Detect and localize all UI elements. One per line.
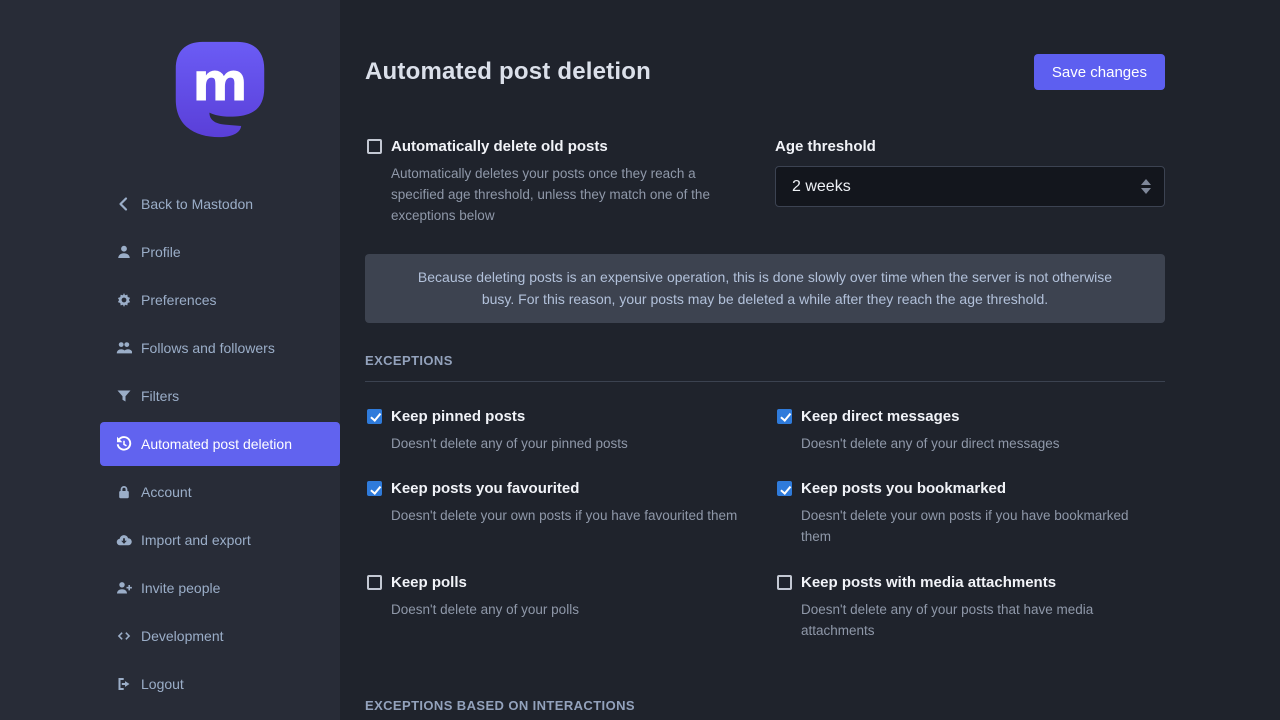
save-changes-button[interactable]: Save changes xyxy=(1034,54,1165,90)
info-notice: Because deleting posts is an expensive o… xyxy=(365,254,1165,323)
sidebar-item-development[interactable]: Development xyxy=(100,614,340,658)
auto-delete-checkbox[interactable] xyxy=(367,139,382,154)
checkbox-hint: Doesn't delete your own posts if you hav… xyxy=(801,506,1153,548)
mastodon-logo-icon: m xyxy=(172,40,268,140)
content-column: Automated post deletion Save changes Aut… xyxy=(365,0,1165,720)
keep-bookmarked-field: Keep posts you bookmarked Doesn't delete… xyxy=(775,480,1165,548)
checkbox-hint: Doesn't delete any of your direct messag… xyxy=(801,434,1153,455)
cloud-download-icon xyxy=(116,532,132,548)
keep-media-checkbox[interactable] xyxy=(777,575,792,590)
sidebar-item-import-and-export[interactable]: Import and export xyxy=(100,518,340,562)
lock-icon xyxy=(116,484,132,500)
keep-pinned-posts-row[interactable]: Keep pinned posts xyxy=(365,408,755,425)
keep-media-field: Keep posts with media attachments Doesn'… xyxy=(775,574,1165,642)
logout-icon xyxy=(116,676,132,692)
sidebar-item-label: Filters xyxy=(141,388,179,404)
sidebar-item-automated-post-deletion[interactable]: Automated post deletion xyxy=(100,422,340,466)
page-header: Automated post deletion Save changes xyxy=(365,54,1165,90)
keep-media-row[interactable]: Keep posts with media attachments xyxy=(775,574,1165,591)
sidebar-item-invite-people[interactable]: Invite people xyxy=(100,566,340,610)
sidebar-item-label: Follows and followers xyxy=(141,340,275,356)
sidebar-nav: Back to Mastodon Profile Preferences xyxy=(100,180,340,708)
sidebar-item-profile[interactable]: Profile xyxy=(100,230,340,274)
checkbox-hint: Doesn't delete any of your pinned posts xyxy=(391,434,743,455)
sidebar-item-preferences[interactable]: Preferences xyxy=(100,278,340,322)
filter-icon xyxy=(116,388,132,404)
chevron-left-icon xyxy=(116,196,132,212)
age-threshold-field: Age threshold 2 weeks xyxy=(775,138,1165,227)
keep-polls-field: Keep polls Doesn't delete any of your po… xyxy=(365,574,755,642)
exceptions-grid: Keep pinned posts Doesn't delete any of … xyxy=(365,408,1165,669)
sidebar-item-label: Preferences xyxy=(141,292,216,308)
keep-bookmarked-row[interactable]: Keep posts you bookmarked xyxy=(775,480,1165,497)
keep-direct-messages-field: Keep direct messages Doesn't delete any … xyxy=(775,408,1165,455)
checkbox-label: Keep polls xyxy=(391,574,467,591)
checkbox-hint: Doesn't delete any of your posts that ha… xyxy=(801,600,1153,642)
checkbox-hint: Doesn't delete your own posts if you hav… xyxy=(391,506,743,527)
sidebar-item-label: Back to Mastodon xyxy=(141,196,253,212)
history-icon xyxy=(116,436,132,452)
sidebar-item-follows-and-followers[interactable]: Follows and followers xyxy=(100,326,340,370)
sidebar-item-label: Import and export xyxy=(141,532,251,548)
keep-polls-checkbox[interactable] xyxy=(367,575,382,590)
checkbox-label: Keep pinned posts xyxy=(391,408,525,425)
sidebar-item-label: Automated post deletion xyxy=(141,436,292,452)
settings-sidebar: m Back to Mastodon Profile xyxy=(0,0,340,720)
checkbox-label: Keep posts you bookmarked xyxy=(801,480,1006,497)
sidebar-item-label: Development xyxy=(141,628,224,644)
checkbox-label: Keep direct messages xyxy=(801,408,959,425)
checkbox-hint: Doesn't delete any of your polls xyxy=(391,600,743,621)
sidebar-inner: m Back to Mastodon Profile xyxy=(100,40,340,708)
auto-delete-hint: Automatically deletes your posts once th… xyxy=(391,164,743,227)
settings-content: Automated post deletion Save changes Aut… xyxy=(340,0,1280,720)
age-threshold-label: Age threshold xyxy=(775,138,1165,155)
checkbox-label: Keep posts with media attachments xyxy=(801,574,1056,591)
svg-text:m: m xyxy=(192,51,248,114)
keep-favourited-checkbox[interactable] xyxy=(367,481,382,496)
page-title: Automated post deletion xyxy=(365,58,651,86)
checkbox-label: Keep posts you favourited xyxy=(391,480,579,497)
user-plus-icon xyxy=(116,580,132,596)
auto-delete-checkbox-row[interactable]: Automatically delete old posts xyxy=(365,138,755,155)
section-header-interactions: EXCEPTIONS BASED ON INTERACTIONS xyxy=(365,698,1165,720)
sidebar-item-filters[interactable]: Filters xyxy=(100,374,340,418)
age-threshold-select[interactable]: 2 weeks xyxy=(775,166,1165,207)
sidebar-item-label: Account xyxy=(141,484,192,500)
gear-icon xyxy=(116,292,132,308)
sidebar-item-label: Profile xyxy=(141,244,181,260)
keep-favourited-field: Keep posts you favourited Doesn't delete… xyxy=(365,480,755,548)
sidebar-item-label: Logout xyxy=(141,676,184,692)
auto-delete-field: Automatically delete old posts Automatic… xyxy=(365,138,755,227)
keep-bookmarked-checkbox[interactable] xyxy=(777,481,792,496)
sidebar-item-back-to-mastodon[interactable]: Back to Mastodon xyxy=(100,182,340,226)
section-header-exceptions: EXCEPTIONS xyxy=(365,353,1165,382)
keep-pinned-posts-field: Keep pinned posts Doesn't delete any of … xyxy=(365,408,755,455)
keep-direct-messages-checkbox[interactable] xyxy=(777,409,792,424)
age-threshold-value: 2 weeks xyxy=(792,178,851,196)
code-icon xyxy=(116,628,132,644)
user-icon xyxy=(116,244,132,260)
app-window: m Back to Mastodon Profile xyxy=(0,0,1280,720)
keep-polls-row[interactable]: Keep polls xyxy=(365,574,755,591)
sidebar-item-account[interactable]: Account xyxy=(100,470,340,514)
sidebar-item-logout[interactable]: Logout xyxy=(100,662,340,706)
auto-delete-row: Automatically delete old posts Automatic… xyxy=(365,138,1165,227)
keep-pinned-posts-checkbox[interactable] xyxy=(367,409,382,424)
auto-delete-label: Automatically delete old posts xyxy=(391,138,608,155)
keep-direct-messages-row[interactable]: Keep direct messages xyxy=(775,408,1165,425)
sidebar-item-label: Invite people xyxy=(141,580,220,596)
users-icon xyxy=(116,340,132,356)
keep-favourited-row[interactable]: Keep posts you favourited xyxy=(365,480,755,497)
select-arrows-icon xyxy=(1141,179,1151,194)
